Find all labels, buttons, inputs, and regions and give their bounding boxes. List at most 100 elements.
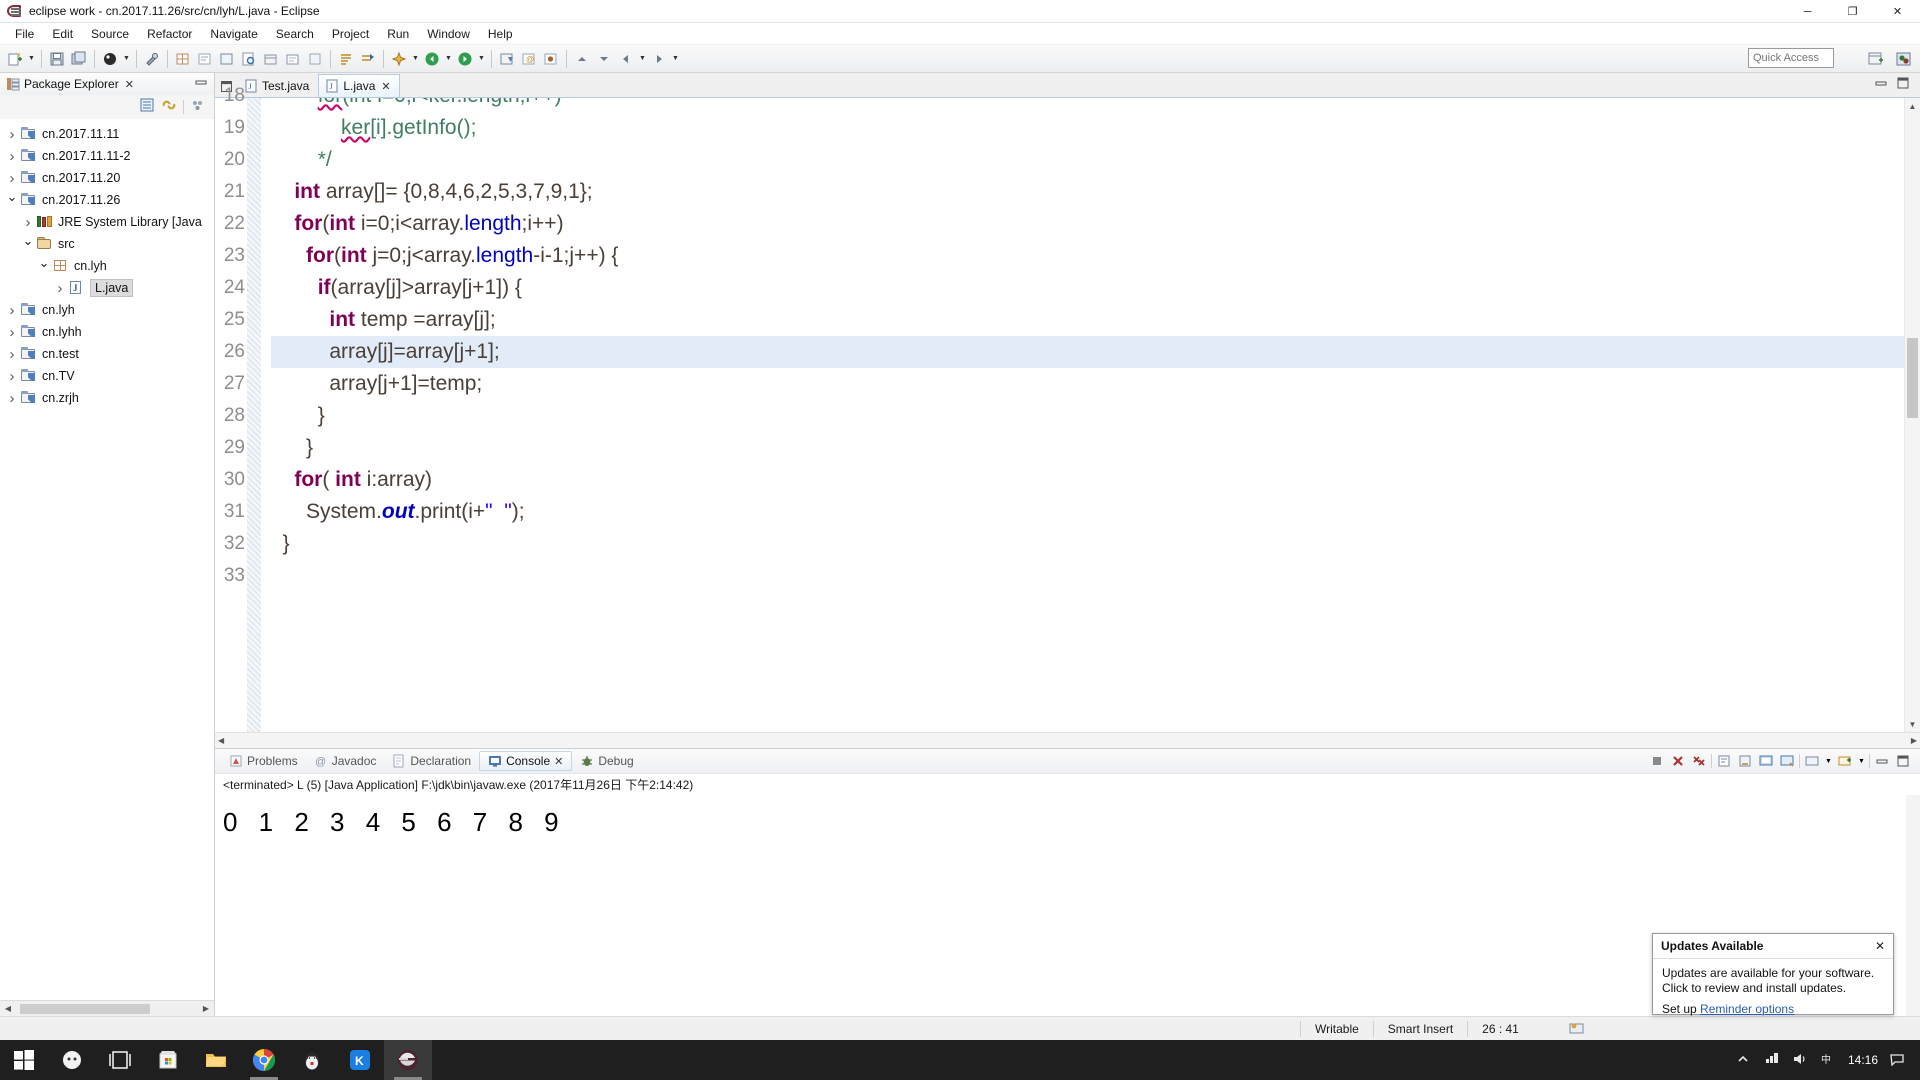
tree-item-cn.tv[interactable]: cn.TV [0,365,214,387]
chevron-right-icon[interactable] [4,365,20,387]
chevron-right-icon[interactable] [4,299,20,321]
new-java-package-button[interactable] [172,48,194,70]
reminder-options-link[interactable]: Reminder options [1700,1002,1794,1016]
next-annotation-button[interactable] [593,48,615,70]
show-hidden-icons-icon[interactable] [1736,1052,1752,1068]
chrome-icon[interactable] [240,1040,288,1080]
chevron-down-icon[interactable] [4,189,20,211]
terminate-icon[interactable] [1648,752,1666,770]
console-tab-javadoc[interactable]: @ Javadoc [306,751,385,771]
chevron-down-icon[interactable] [36,255,52,277]
menu-edit[interactable]: Edit [43,25,82,43]
tree-item-cn.zrjh[interactable]: cn.zrjh [0,387,214,409]
menu-source[interactable]: Source [82,25,138,43]
view-menu-icon[interactable] [190,97,206,118]
external-tools-button[interactable] [141,48,163,70]
console-vertical-scrollbar[interactable] [1906,795,1920,1016]
scroll-thumb[interactable] [20,1003,150,1014]
new-java-project-button[interactable] [496,48,518,70]
package-explorer-hscrollbar[interactable]: ◀ ▶ [0,1000,214,1016]
editor-horizontal-scrollbar[interactable]: ◀ ▶ [215,732,1920,748]
console-tab-close-icon[interactable]: ✕ [554,755,563,768]
code-line[interactable]: for( int i:array) [271,464,1904,496]
minimize-view-icon[interactable] [194,75,208,94]
chevron-right-icon[interactable] [4,321,20,343]
tree-item-src[interactable]: src [0,233,214,255]
maximize-console-icon[interactable] [1894,752,1912,770]
minimize-button[interactable]: ─ [1785,0,1830,23]
code-line[interactable]: for(int j=0;j<array.length-i-1;j++) { [271,240,1904,272]
annotation-navigate-button[interactable] [388,48,410,70]
save-all-button[interactable] [68,48,90,70]
code-line[interactable]: System.out.print(i+" "); [271,496,1904,528]
scroll-lock-icon[interactable] [1736,752,1754,770]
toggle-mark-occurrences-button[interactable] [335,48,357,70]
store-icon[interactable] [144,1040,192,1080]
volume-icon[interactable] [1792,1052,1808,1068]
chevron-right-icon[interactable] [4,387,20,409]
tree-item-cn.2017.11.11[interactable]: cn.2017.11.11 [0,123,214,145]
code-line[interactable]: for(int i=0;i<ker.length;i++) [271,98,1904,112]
menu-project[interactable]: Project [323,25,378,43]
close-button[interactable]: ✕ [1875,0,1920,23]
notification-close-icon[interactable]: ✕ [1875,939,1885,953]
start-button[interactable] [0,1040,48,1080]
scroll-up-icon[interactable]: ▲ [1905,98,1920,114]
scroll-right-icon[interactable]: ▶ [198,1004,214,1013]
cortana-icon[interactable] [48,1040,96,1080]
open-type-button[interactable] [260,48,282,70]
task-view-icon[interactable] [96,1040,144,1080]
last-edit-location-button[interactable] [357,48,379,70]
minimize-console-icon[interactable] [1873,752,1891,770]
code-line[interactable]: int array[]= {0,8,4,6,2,5,3,7,9,1}; [271,176,1904,208]
save-button[interactable] [46,48,68,70]
code-line[interactable]: } [271,400,1904,432]
file-explorer-icon[interactable] [192,1040,240,1080]
folding-column[interactable] [247,98,261,732]
menu-file[interactable]: File [6,25,43,43]
new-wizard-button[interactable] [4,48,26,70]
console-tab-debug[interactable]: Debug [572,751,641,771]
link-with-editor-icon[interactable] [161,97,177,118]
eclipse-icon[interactable] [384,1040,432,1080]
maximize-button[interactable]: ❐ [1830,0,1875,23]
menu-refactor[interactable]: Refactor [138,25,201,43]
updates-available-notification[interactable]: Updates Available ✕ Updates are availabl… [1652,933,1894,1016]
back-button[interactable] [421,48,443,70]
menu-window[interactable]: Window [418,25,479,43]
tree-item-cn.lyh[interactable]: cn.lyh [0,255,214,277]
forward-button[interactable] [454,48,476,70]
editor-scroll-thumb[interactable] [1907,338,1918,418]
kingsoft-icon[interactable]: K [336,1040,384,1080]
status-notification-icon[interactable] [1567,1021,1587,1037]
taskbar-clock[interactable]: 14:16 [1848,1053,1878,1067]
open-perspective-button[interactable] [1864,47,1888,70]
code-line[interactable]: */ [271,144,1904,176]
code-line[interactable]: ker[i].getInfo(); [271,112,1904,144]
tree-item-cn.2017.11.20[interactable]: cn.2017.11.20 [0,167,214,189]
open-console-dropdown[interactable]: ▼ [1857,752,1866,770]
editor-tab-close-icon[interactable]: ✕ [381,80,390,93]
tree-item-cn.lyh[interactable]: cn.lyh [0,299,214,321]
previous-edit-dropdown[interactable]: ▼ [637,48,648,70]
scroll-down-icon[interactable]: ▼ [1905,716,1920,732]
previous-edit-button[interactable] [615,48,637,70]
forward-dropdown[interactable]: ▼ [476,48,487,70]
debug-button[interactable] [99,48,121,70]
chevron-right-icon[interactable] [4,343,20,365]
chevron-right-icon[interactable] [4,145,20,167]
tree-item-cn.lyhh[interactable]: cn.lyhh [0,321,214,343]
console-tab-declaration[interactable]: Declaration [384,751,479,771]
next-edit-button[interactable] [648,48,670,70]
collapse-all-icon[interactable] [139,97,155,118]
new-wizard-dropdown[interactable]: ▼ [26,48,37,70]
menu-navigate[interactable]: Navigate [201,25,266,43]
new-interface-button[interactable] [216,48,238,70]
code-text-area[interactable]: for(int i=0;i<ker.length;i++) ker[i].get… [261,98,1904,732]
open-task-button[interactable] [282,48,304,70]
tree-item-cn.test[interactable]: cn.test [0,343,214,365]
java-perspective-button[interactable] [1892,47,1916,70]
menu-search[interactable]: Search [267,25,323,43]
code-line[interactable]: if(array[j]>array[j+1]) { [271,272,1904,304]
pin-console-icon[interactable] [1778,752,1796,770]
